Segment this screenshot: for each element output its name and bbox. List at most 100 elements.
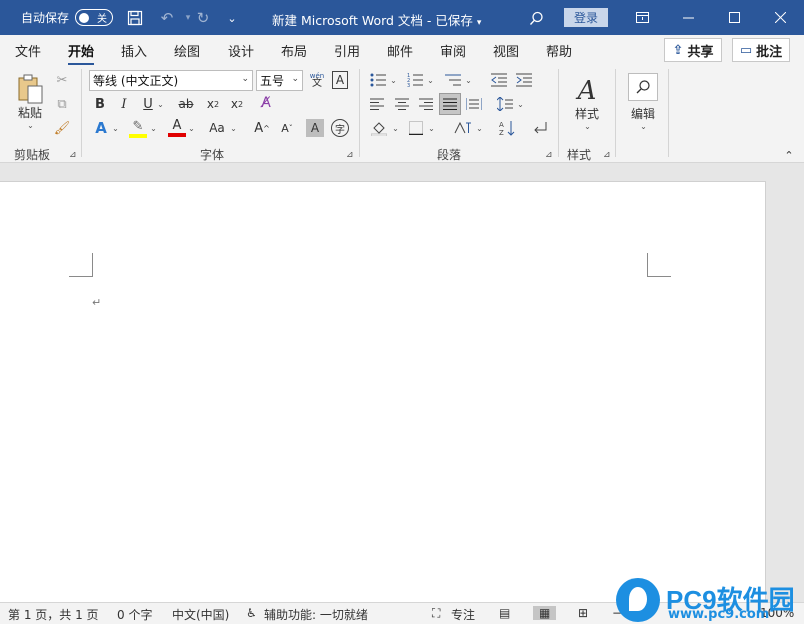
- shading-icon[interactable]: [368, 118, 390, 138]
- increase-indent-icon[interactable]: [514, 70, 534, 90]
- undo-icon[interactable]: ↶: [157, 8, 177, 28]
- chevron-down-icon[interactable]: ⌄: [149, 122, 157, 134]
- align-left-icon[interactable]: [367, 94, 387, 114]
- web-layout-icon[interactable]: ⊞: [578, 606, 588, 620]
- clear-formatting-icon[interactable]: A̸: [255, 93, 277, 113]
- distributed-icon[interactable]: [464, 94, 484, 114]
- chevron-down-icon[interactable]: ⌄: [475, 122, 483, 134]
- asian-layout-icon[interactable]: [452, 118, 474, 138]
- chevron-down-icon[interactable]: ⌄: [427, 122, 435, 134]
- cut-icon[interactable]: ✂: [53, 71, 71, 89]
- tab-layout[interactable]: 布局: [281, 41, 307, 60]
- collapse-ribbon-icon[interactable]: ⌃: [781, 149, 797, 162]
- phonetic-guide-button[interactable]: wén 文: [307, 69, 327, 91]
- dialog-launcher-icon[interactable]: ⊿: [603, 150, 613, 160]
- superscript-button[interactable]: x2: [227, 95, 247, 113]
- subscript-button[interactable]: x2: [203, 95, 223, 113]
- text-effects-button[interactable]: A: [91, 118, 111, 138]
- styles-button-label: 样式: [574, 107, 599, 121]
- shrink-font-button[interactable]: Aˇ: [276, 118, 298, 138]
- chevron-down-icon: ⌄: [241, 74, 249, 84]
- tab-home[interactable]: 开始: [68, 41, 95, 66]
- read-mode-icon[interactable]: ▤: [499, 606, 510, 620]
- chevron-down-icon[interactable]: ⌄: [464, 74, 472, 86]
- dialog-launcher-icon[interactable]: ⊿: [69, 150, 79, 160]
- ribbon-display-options-icon[interactable]: [619, 0, 665, 35]
- dialog-launcher-icon[interactable]: ⊿: [346, 150, 356, 160]
- change-case-button[interactable]: Aa: [205, 118, 229, 138]
- maximize-icon[interactable]: [711, 0, 757, 35]
- tab-review[interactable]: 审阅: [440, 41, 466, 60]
- page-count[interactable]: 第 1 页，共 1 页: [8, 606, 99, 623]
- language-indicator[interactable]: 中文(中国): [172, 606, 229, 623]
- tab-references[interactable]: 引用: [334, 41, 360, 60]
- tab-insert[interactable]: 插入: [121, 41, 147, 60]
- font-color-button[interactable]: A: [167, 117, 187, 139]
- focus-icon[interactable]: ⛶: [432, 606, 440, 621]
- minimize-icon[interactable]: [665, 0, 711, 35]
- comments-button[interactable]: ▭ 批注: [732, 38, 790, 62]
- chevron-down-icon[interactable]: ⌄: [426, 74, 434, 86]
- tab-draw[interactable]: 绘图: [174, 41, 200, 60]
- print-layout-icon[interactable]: ▦: [533, 606, 557, 620]
- dialog-launcher-icon[interactable]: ⊿: [545, 150, 555, 160]
- login-button[interactable]: 登录: [564, 8, 608, 27]
- autosave-toggle[interactable]: 关: [75, 9, 114, 26]
- accessibility-icon[interactable]: ♿: [246, 606, 257, 620]
- accessibility-status[interactable]: 辅助功能: 一切就绪: [264, 606, 368, 623]
- save-icon[interactable]: [125, 8, 145, 28]
- paste-button[interactable]: 粘贴 ⌄: [12, 71, 48, 133]
- decrease-indent-icon[interactable]: [489, 70, 509, 90]
- styles-gallery-button[interactable]: A 样式 ⌄: [566, 71, 608, 137]
- align-right-icon[interactable]: [416, 94, 436, 114]
- search-icon[interactable]: [526, 8, 546, 28]
- chevron-down-icon[interactable]: ⌄: [229, 122, 237, 134]
- autosave-control[interactable]: 自动保存 关: [21, 9, 114, 26]
- word-count[interactable]: 0 个字: [117, 606, 152, 623]
- chevron-down-icon[interactable]: ⌄: [389, 74, 397, 86]
- copy-icon[interactable]: ⧉: [53, 95, 71, 113]
- chevron-down-icon[interactable]: ⌄: [516, 98, 524, 110]
- bullets-icon[interactable]: [368, 70, 388, 90]
- share-button[interactable]: ⇪ 共享: [664, 38, 722, 62]
- strikethrough-button[interactable]: ab: [176, 95, 196, 113]
- enclose-characters-button[interactable]: 字: [331, 119, 349, 137]
- svg-text:3: 3: [407, 83, 410, 87]
- chevron-down-icon[interactable]: ⌄: [155, 98, 165, 110]
- font-name-combo[interactable]: 等线 (中文正文) ⌄: [89, 70, 253, 91]
- borders-icon[interactable]: [406, 118, 426, 138]
- multilevel-list-icon[interactable]: [443, 70, 463, 90]
- italic-button[interactable]: I: [115, 95, 133, 113]
- chevron-down-icon[interactable]: ⌄: [187, 122, 195, 134]
- customize-qat-icon[interactable]: ⌄: [222, 8, 242, 28]
- numbering-icon[interactable]: 123: [405, 70, 425, 90]
- grow-font-button[interactable]: A ^: [251, 118, 273, 138]
- character-border-button[interactable]: A: [332, 71, 348, 89]
- tab-file[interactable]: 文件: [15, 41, 41, 60]
- document-title[interactable]: 新建 Microsoft Word 文档 - 已保存 ▾: [272, 10, 481, 29]
- justify-icon[interactable]: [439, 93, 461, 115]
- line-spacing-icon[interactable]: [494, 94, 516, 114]
- document-page[interactable]: ↵: [0, 181, 766, 602]
- font-size-combo[interactable]: 五号 ⌄: [256, 70, 303, 91]
- chevron-down-icon[interactable]: ⌄: [111, 122, 119, 134]
- sort-icon[interactable]: AZ: [497, 118, 519, 138]
- format-painter-icon[interactable]: 🖌: [53, 119, 71, 137]
- editing-button[interactable]: 编辑 ⌄: [624, 69, 662, 135]
- close-icon[interactable]: [757, 0, 803, 35]
- bold-button[interactable]: B: [91, 95, 109, 113]
- tab-design[interactable]: 设计: [228, 41, 254, 60]
- tab-view[interactable]: 视图: [493, 41, 519, 60]
- tab-mailings[interactable]: 邮件: [387, 41, 413, 60]
- show-hide-marks-icon[interactable]: [529, 118, 551, 138]
- focus-label[interactable]: 专注: [451, 606, 475, 623]
- highlight-color-button[interactable]: ✎: [128, 117, 148, 139]
- group-divider: [668, 69, 669, 157]
- chevron-down-icon[interactable]: ⌄: [391, 122, 399, 134]
- vertical-scrollbar[interactable]: [786, 164, 804, 602]
- align-center-icon[interactable]: [392, 94, 412, 114]
- character-shading-button[interactable]: A: [306, 119, 324, 137]
- redo-icon[interactable]: ↻: [193, 8, 213, 28]
- font-color-swatch: [168, 133, 186, 137]
- tab-help[interactable]: 帮助: [546, 41, 572, 60]
